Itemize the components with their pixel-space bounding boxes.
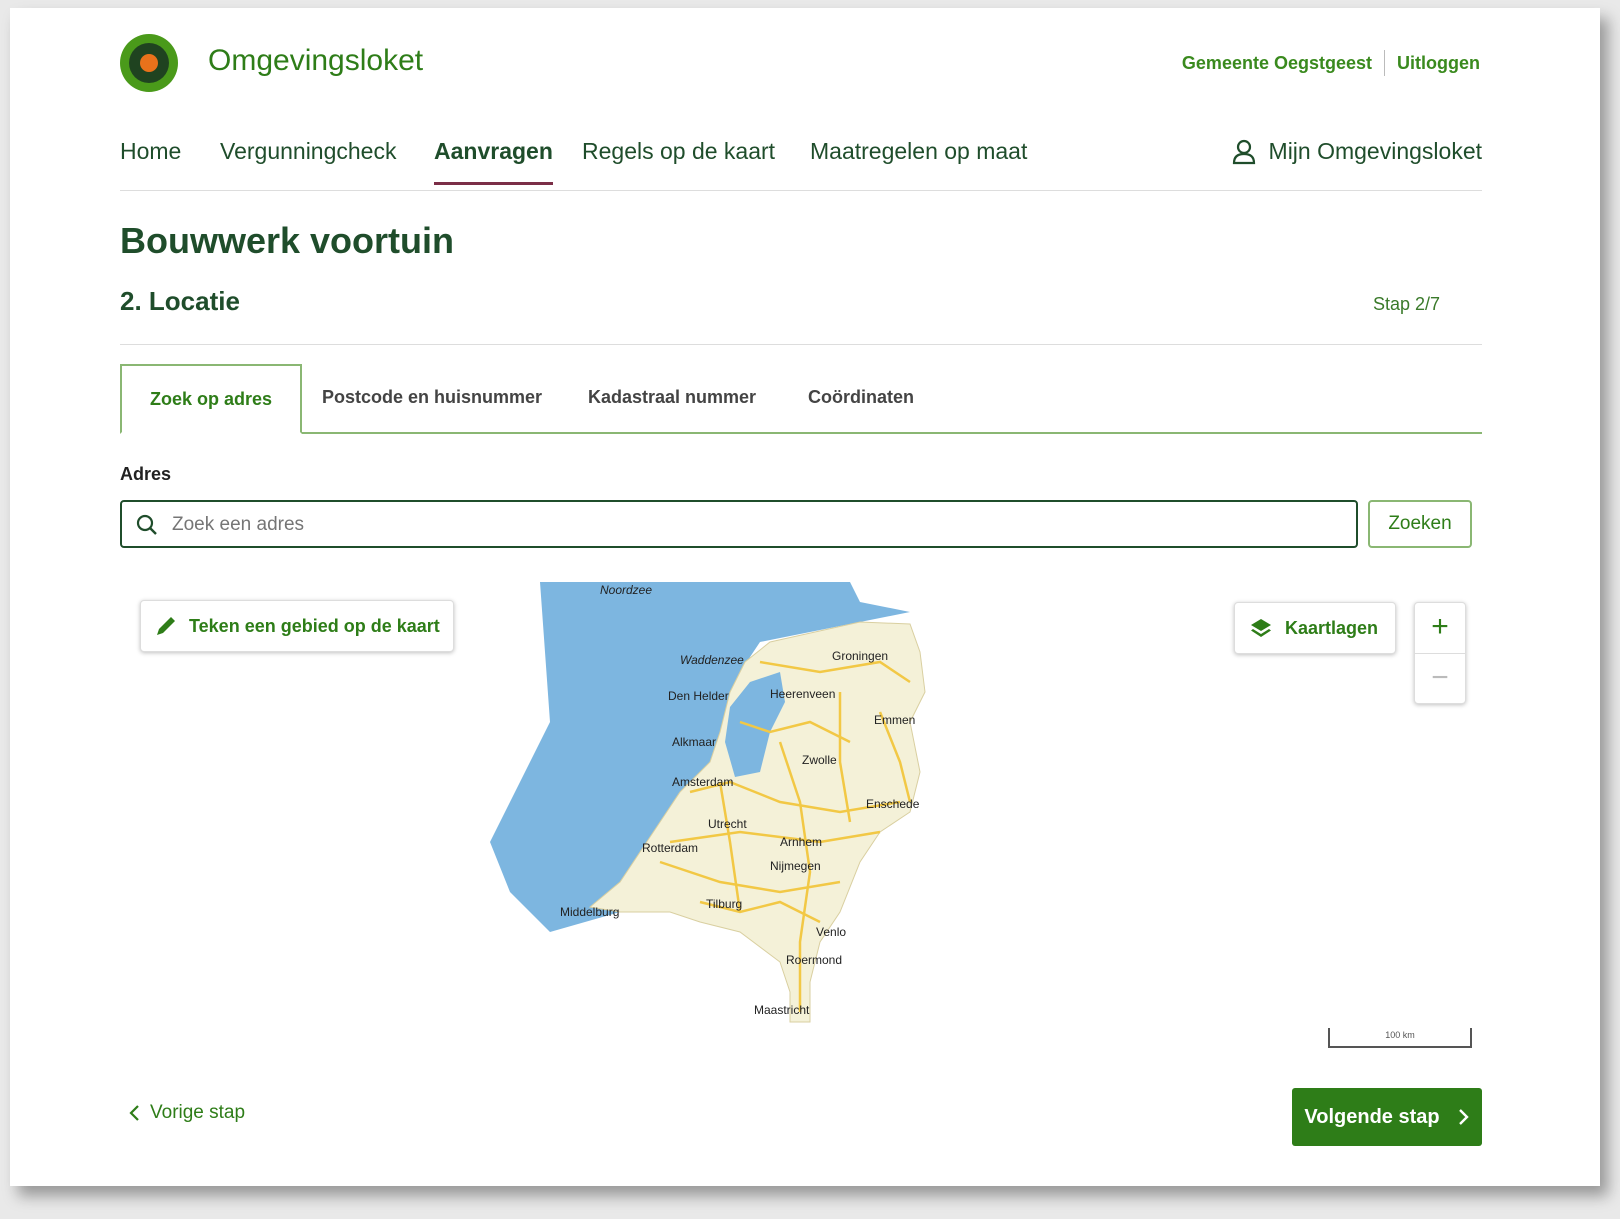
municipality-link[interactable]: Gemeente Oegstgeest xyxy=(1182,53,1372,74)
netherlands-map[interactable]: Noordzee Waddenzee Groningen Den Helder … xyxy=(120,582,1482,1062)
brand-name[interactable]: Omgevingsloket xyxy=(208,44,423,78)
tab-kadastraal-nummer[interactable]: Kadastraal nummer xyxy=(588,364,756,432)
search-button[interactable]: Zoeken xyxy=(1368,500,1472,548)
page-frame: Omgevingsloket Gemeente Oegstgeest Uitlo… xyxy=(10,8,1600,1186)
site-header: Omgevingsloket Gemeente Oegstgeest Uitlo… xyxy=(120,28,1480,98)
map-city-tilburg: Tilburg xyxy=(706,897,742,911)
tab-postcode-huisnummer[interactable]: Postcode en huisnummer xyxy=(322,364,542,432)
chevron-left-icon xyxy=(129,1105,139,1121)
nav-item-home[interactable]: Home xyxy=(120,138,181,182)
previous-step-label: Vorige stap xyxy=(150,1102,246,1123)
layers-icon xyxy=(1251,619,1271,637)
map-layers-label: Kaartlagen xyxy=(1285,617,1379,638)
address-search-input[interactable] xyxy=(170,510,1324,540)
map-city-maastricht: Maastricht xyxy=(754,1003,810,1017)
logo-icon[interactable] xyxy=(120,34,178,92)
nav-item-regels[interactable]: Regels op de kaart xyxy=(582,138,775,182)
map-label-waddenzee: Waddenzee xyxy=(680,653,744,667)
map-city-den-helder: Den Helder xyxy=(668,689,729,703)
divider xyxy=(1384,50,1385,76)
map-city-venlo: Venlo xyxy=(816,925,846,939)
map-city-emmen: Emmen xyxy=(874,713,915,727)
zoom-out-button[interactable]: − xyxy=(1415,653,1465,704)
divider xyxy=(120,344,1482,345)
nav-item-aanvragen[interactable]: Aanvragen xyxy=(434,138,553,185)
draw-area-button[interactable]: Teken een gebied op de kaart xyxy=(140,600,454,652)
map-city-amsterdam: Amsterdam xyxy=(672,775,733,789)
map-city-nijmegen: Nijmegen xyxy=(770,859,821,873)
zoom-in-button[interactable]: + xyxy=(1415,603,1465,653)
map-city-alkmaar: Alkmaar xyxy=(672,735,716,749)
user-icon xyxy=(1232,139,1255,164)
step-indicator: Stap 2/7 xyxy=(1372,294,1440,314)
chevron-right-icon xyxy=(1458,1109,1469,1125)
map-label-noordzee: Noordzee xyxy=(600,583,652,597)
location-tabs: Zoek op adres Postcode en huisnummer Kad… xyxy=(120,364,1482,434)
map-scale: 100 km xyxy=(1328,1028,1472,1048)
map-city-groningen: Groningen xyxy=(832,649,888,663)
map-city-utrecht: Utrecht xyxy=(708,817,747,831)
map-city-roermond: Roermond xyxy=(786,953,842,967)
search-icon xyxy=(136,514,157,535)
logout-link[interactable]: Uitloggen xyxy=(1397,53,1480,74)
previous-step-link[interactable]: Vorige stap xyxy=(128,1102,245,1124)
top-links: Gemeente Oegstgeest Uitloggen xyxy=(1182,50,1480,76)
nav-item-maatregelen[interactable]: Maatregelen op maat xyxy=(810,138,1027,182)
account-link[interactable]: Mijn Omgevingsloket xyxy=(1231,138,1482,165)
next-step-button[interactable]: Volgende stap xyxy=(1292,1088,1482,1146)
map-city-zwolle: Zwolle xyxy=(802,753,837,767)
page-title: Bouwwerk voortuin xyxy=(120,220,455,261)
map-city-arnhem: Arnhem xyxy=(780,835,822,849)
nav-item-vergunningcheck[interactable]: Vergunningcheck xyxy=(220,138,396,182)
map-view[interactable]: Noordzee Waddenzee Groningen Den Helder … xyxy=(120,582,1482,1062)
pencil-icon xyxy=(157,617,175,635)
map-city-enschede: Enschede xyxy=(866,797,920,811)
address-label: Adres xyxy=(120,464,172,484)
next-step-label: Volgende stap xyxy=(1304,1105,1440,1128)
address-search-box xyxy=(120,500,1358,548)
map-city-middelburg: Middelburg xyxy=(560,905,619,919)
tab-zoek-op-adres[interactable]: Zoek op adres xyxy=(120,364,303,434)
tab-coordinaten[interactable]: Coördinaten xyxy=(808,364,914,432)
zoom-control: + − xyxy=(1414,602,1466,704)
account-label: Mijn Omgevingsloket xyxy=(1268,138,1482,164)
draw-area-label: Teken een gebied op de kaart xyxy=(189,615,440,636)
map-layers-button[interactable]: Kaartlagen xyxy=(1234,602,1396,654)
section-title: 2. Locatie xyxy=(120,286,240,316)
map-city-rotterdam: Rotterdam xyxy=(642,841,698,855)
main-nav: Home Vergunningcheck Aanvragen Regels op… xyxy=(120,128,1482,191)
map-city-heerenveen: Heerenveen xyxy=(770,687,835,701)
